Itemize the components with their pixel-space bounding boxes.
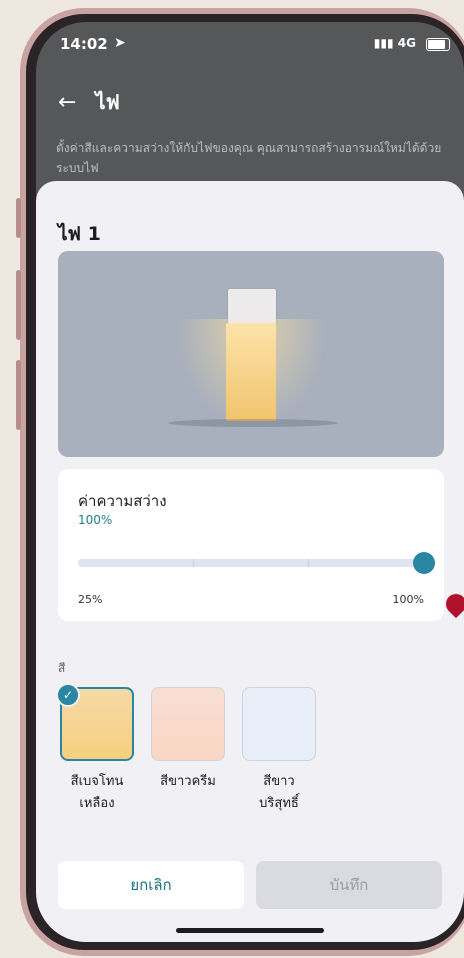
side-button xyxy=(16,360,21,430)
page-title: ไฟ xyxy=(95,90,120,114)
page-description: ตั้งค่าสีและความสว่างให้กับไฟของคุณ คุณส… xyxy=(56,141,442,175)
check-icon: ✓ xyxy=(56,683,80,707)
color-heading: สี xyxy=(58,661,66,675)
slider-min-label: 25% xyxy=(78,593,103,606)
color-option-label-line: เหลือง xyxy=(79,796,115,811)
brightness-card: ค่าความสว่าง 100% 25% 100% xyxy=(58,469,444,621)
color-option-pure-white[interactable]: สีขาว บริสุทธิ์ xyxy=(236,687,322,815)
color-option-label-line: สีขาวครีม xyxy=(160,774,216,789)
brightness-label: ค่าความสว่าง xyxy=(78,492,167,510)
network-label: ▮▮▮ 4G xyxy=(374,36,416,50)
location-arrow-icon: ➤ xyxy=(114,35,126,51)
color-option-label: สีเบจโทน เหลือง xyxy=(54,771,140,815)
side-button xyxy=(16,270,21,340)
color-option-label-line: สีเบจโทน xyxy=(70,774,124,789)
color-option-label-line: สีขาว xyxy=(263,774,295,789)
battery-icon xyxy=(426,38,450,51)
nav-bar: ← ไฟ xyxy=(58,86,120,118)
side-button xyxy=(16,198,21,238)
status-time: 14:02 xyxy=(60,35,108,53)
cancel-button[interactable]: ยกเลิก xyxy=(58,861,244,909)
brightness-value: 100% xyxy=(78,513,113,527)
lamp-mount xyxy=(228,289,276,325)
screen: 14:02 ➤ ▮▮▮ 4G ← ไฟ ตั้งค่าสีและความสว่า… xyxy=(36,22,464,942)
color-option-label-line: บริสุทธิ์ xyxy=(259,796,299,811)
slider-max-label: 100% xyxy=(392,593,424,606)
slider-tick xyxy=(308,559,310,567)
light-settings-sheet: ไฟ 1 ค่าความสว่าง 100% 25% 100% สี ✓ สีเ… xyxy=(36,181,464,942)
color-swatch[interactable] xyxy=(151,687,225,761)
network-type: 4G xyxy=(397,36,416,50)
color-swatch[interactable]: ✓ xyxy=(56,683,134,761)
color-option-label: สีขาวครีม xyxy=(145,771,231,793)
save-button[interactable]: บันทึก xyxy=(256,861,442,909)
color-option-cream-white[interactable]: สีขาวครีม xyxy=(145,687,231,793)
slider-tick xyxy=(193,559,195,567)
lamp-shadow xyxy=(168,419,338,427)
color-option-label: สีขาว บริสุทธิ์ xyxy=(236,771,322,815)
color-swatch[interactable] xyxy=(242,687,316,761)
slider-thumb[interactable] xyxy=(413,552,435,574)
signal-icon: ▮▮▮ xyxy=(373,36,398,50)
light-preview xyxy=(58,251,444,457)
light-name: ไฟ 1 xyxy=(58,223,101,245)
status-bar: 14:02 ➤ ▮▮▮ 4G xyxy=(36,22,464,68)
color-option-beige-yellow[interactable]: ✓ สีเบจโทน เหลือง xyxy=(54,683,140,815)
lamp-icon xyxy=(226,323,276,421)
back-arrow-icon[interactable]: ← xyxy=(58,90,76,115)
home-indicator[interactable] xyxy=(176,928,324,933)
brightness-slider[interactable] xyxy=(78,552,435,574)
